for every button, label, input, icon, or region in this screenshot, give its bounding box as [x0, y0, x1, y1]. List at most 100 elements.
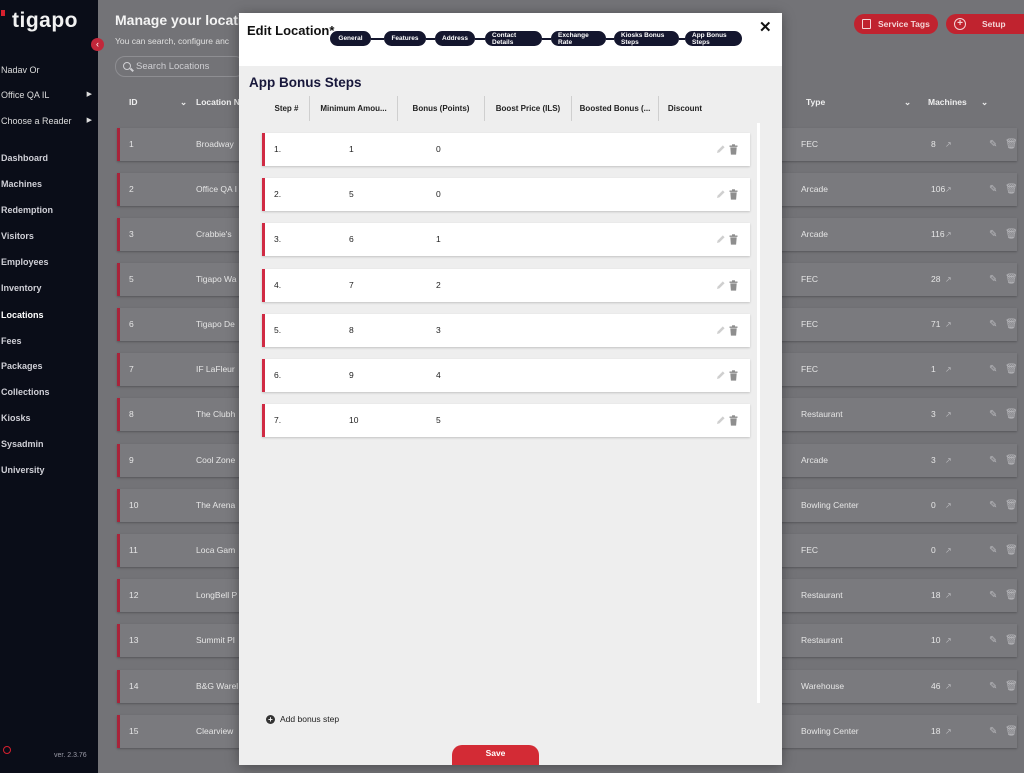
bonus-step-row[interactable]: 2. 5 0 [262, 178, 750, 211]
trash-icon[interactable]: 🗑 [1005, 670, 1018, 703]
sidebar-item-locations[interactable]: Locations [0, 310, 98, 320]
trash-icon[interactable] [729, 325, 738, 336]
bonus-step-row[interactable]: 7. 10 5 [262, 404, 750, 437]
pencil-icon[interactable]: ✎ [989, 218, 997, 251]
reader-selector[interactable]: Choose a Reader ▶ [0, 116, 98, 126]
sidebar-item-packages[interactable]: Packages [0, 361, 98, 371]
location-name[interactable]: Clearview [196, 715, 233, 748]
pencil-icon[interactable] [716, 325, 726, 335]
search-input[interactable]: Search Locations [115, 56, 245, 77]
trash-icon[interactable]: 🗑 [1005, 173, 1018, 206]
column-header[interactable]: Boost Price (ILS) [485, 96, 572, 121]
sort-icon[interactable]: ⌄ [180, 97, 187, 108]
pencil-icon[interactable]: ✎ [989, 173, 997, 206]
pencil-icon[interactable] [716, 144, 726, 154]
location-name[interactable]: Office QA I [196, 173, 237, 206]
step-app-bonus-steps[interactable]: App Bonus Steps [685, 31, 742, 46]
external-link-icon[interactable]: ↗ [945, 398, 952, 431]
step-contact-details[interactable]: Contact Details [485, 31, 542, 46]
bonus-step-row[interactable]: 5. 8 3 [262, 314, 750, 347]
external-link-icon[interactable]: ↗ [945, 263, 952, 296]
step-exchange-rate[interactable]: Exchange Rate [551, 31, 606, 46]
trash-icon[interactable]: 🗑 [1005, 353, 1018, 386]
location-name[interactable]: Summit Pl [196, 624, 235, 657]
sidebar-item-employees[interactable]: Employees [0, 257, 98, 267]
location-name[interactable]: Loca Gam [196, 534, 235, 567]
bonus-step-row[interactable]: 6. 9 4 [262, 359, 750, 392]
column-header[interactable]: Discount [659, 96, 711, 121]
sidebar-item-university[interactable]: University [0, 465, 98, 475]
step-general[interactable]: General [330, 31, 371, 46]
trash-icon[interactable]: 🗑 [1005, 263, 1018, 296]
trash-icon[interactable] [729, 234, 738, 245]
sidebar-item-sysadmin[interactable]: Sysadmin [0, 439, 98, 449]
sidebar-item-visitors[interactable]: Visitors [0, 231, 98, 241]
location-name[interactable]: Broadway [196, 128, 234, 161]
external-link-icon[interactable]: ↗ [945, 308, 952, 341]
close-button[interactable]: ✕ [759, 18, 772, 36]
save-button[interactable]: Save [452, 745, 539, 765]
external-link-icon[interactable]: ↗ [945, 218, 952, 251]
trash-icon[interactable]: 🗑 [1005, 624, 1018, 657]
location-name[interactable]: Cool Zone [196, 444, 235, 477]
sidebar-item-machines[interactable]: Machines [0, 179, 98, 189]
external-link-icon[interactable]: ↗ [945, 715, 952, 748]
trash-icon[interactable] [729, 280, 738, 291]
external-link-icon[interactable]: ↗ [945, 670, 952, 703]
trash-icon[interactable]: 🗑 [1005, 715, 1018, 748]
location-name[interactable]: Tigapo De [196, 308, 235, 341]
sidebar-item-inventory[interactable]: Inventory [0, 283, 98, 293]
pencil-icon[interactable]: ✎ [989, 353, 997, 386]
pencil-icon[interactable]: ✎ [989, 489, 997, 522]
location-name[interactable]: The Arena [196, 489, 235, 522]
pencil-icon[interactable]: ✎ [989, 534, 997, 567]
column-header[interactable]: Minimum Amou... [310, 96, 398, 121]
external-link-icon[interactable]: ↗ [945, 173, 952, 206]
step-kiosks-bonus-steps[interactable]: Kiosks Bonus Steps [614, 31, 679, 46]
bonus-step-row[interactable]: 1. 1 0 [262, 133, 750, 166]
pencil-icon[interactable]: ✎ [989, 128, 997, 161]
setup-button[interactable]: + Setup [946, 14, 1024, 34]
add-bonus-step-button[interactable]: + Add bonus step [266, 714, 339, 724]
pencil-icon[interactable]: ✎ [989, 624, 997, 657]
external-link-icon[interactable]: ↗ [945, 353, 952, 386]
pencil-icon[interactable] [716, 234, 726, 244]
pencil-icon[interactable] [716, 415, 726, 425]
pencil-icon[interactable]: ✎ [989, 670, 997, 703]
pencil-icon[interactable] [716, 189, 726, 199]
external-link-icon[interactable]: ↗ [945, 128, 952, 161]
location-name[interactable]: The Clubh [196, 398, 235, 431]
pencil-icon[interactable]: ✎ [989, 715, 997, 748]
step-features[interactable]: Features [384, 31, 426, 46]
trash-icon[interactable]: 🗑 [1005, 489, 1018, 522]
external-link-icon[interactable]: ↗ [945, 579, 952, 612]
step-address[interactable]: Address [435, 31, 475, 46]
external-link-icon[interactable]: ↗ [945, 624, 952, 657]
trash-icon[interactable]: 🗑 [1005, 218, 1018, 251]
trash-icon[interactable] [729, 189, 738, 200]
pencil-icon[interactable]: ✎ [989, 308, 997, 341]
sidebar-collapse-button[interactable]: ‹ [91, 38, 104, 51]
column-header[interactable]: Step # [264, 96, 310, 121]
sidebar-item-dashboard[interactable]: Dashboard [0, 153, 98, 163]
column-machines[interactable]: Machines [928, 97, 967, 107]
sidebar-item-kiosks[interactable]: Kiosks [0, 413, 98, 423]
trash-icon[interactable]: 🗑 [1005, 398, 1018, 431]
trash-icon[interactable]: 🗑 [1005, 534, 1018, 567]
external-link-icon[interactable]: ↗ [945, 444, 952, 477]
trash-icon[interactable] [729, 144, 738, 155]
column-type[interactable]: Type [806, 97, 825, 107]
location-name[interactable]: B&G Warel [196, 670, 238, 703]
location-name[interactable]: Crabbie's [196, 218, 232, 251]
pencil-icon[interactable] [716, 370, 726, 380]
sidebar-item-fees[interactable]: Fees [0, 336, 98, 346]
settings-icon[interactable] [3, 746, 11, 754]
bonus-step-row[interactable]: 4. 7 2 [262, 269, 750, 302]
column-location-name[interactable]: Location N [196, 97, 240, 107]
trash-icon[interactable]: 🗑 [1005, 308, 1018, 341]
trash-icon[interactable]: 🗑 [1005, 579, 1018, 612]
pencil-icon[interactable]: ✎ [989, 398, 997, 431]
column-id[interactable]: ID [129, 97, 138, 107]
column-header[interactable]: Bonus (Points) [398, 96, 485, 121]
pencil-icon[interactable] [716, 280, 726, 290]
